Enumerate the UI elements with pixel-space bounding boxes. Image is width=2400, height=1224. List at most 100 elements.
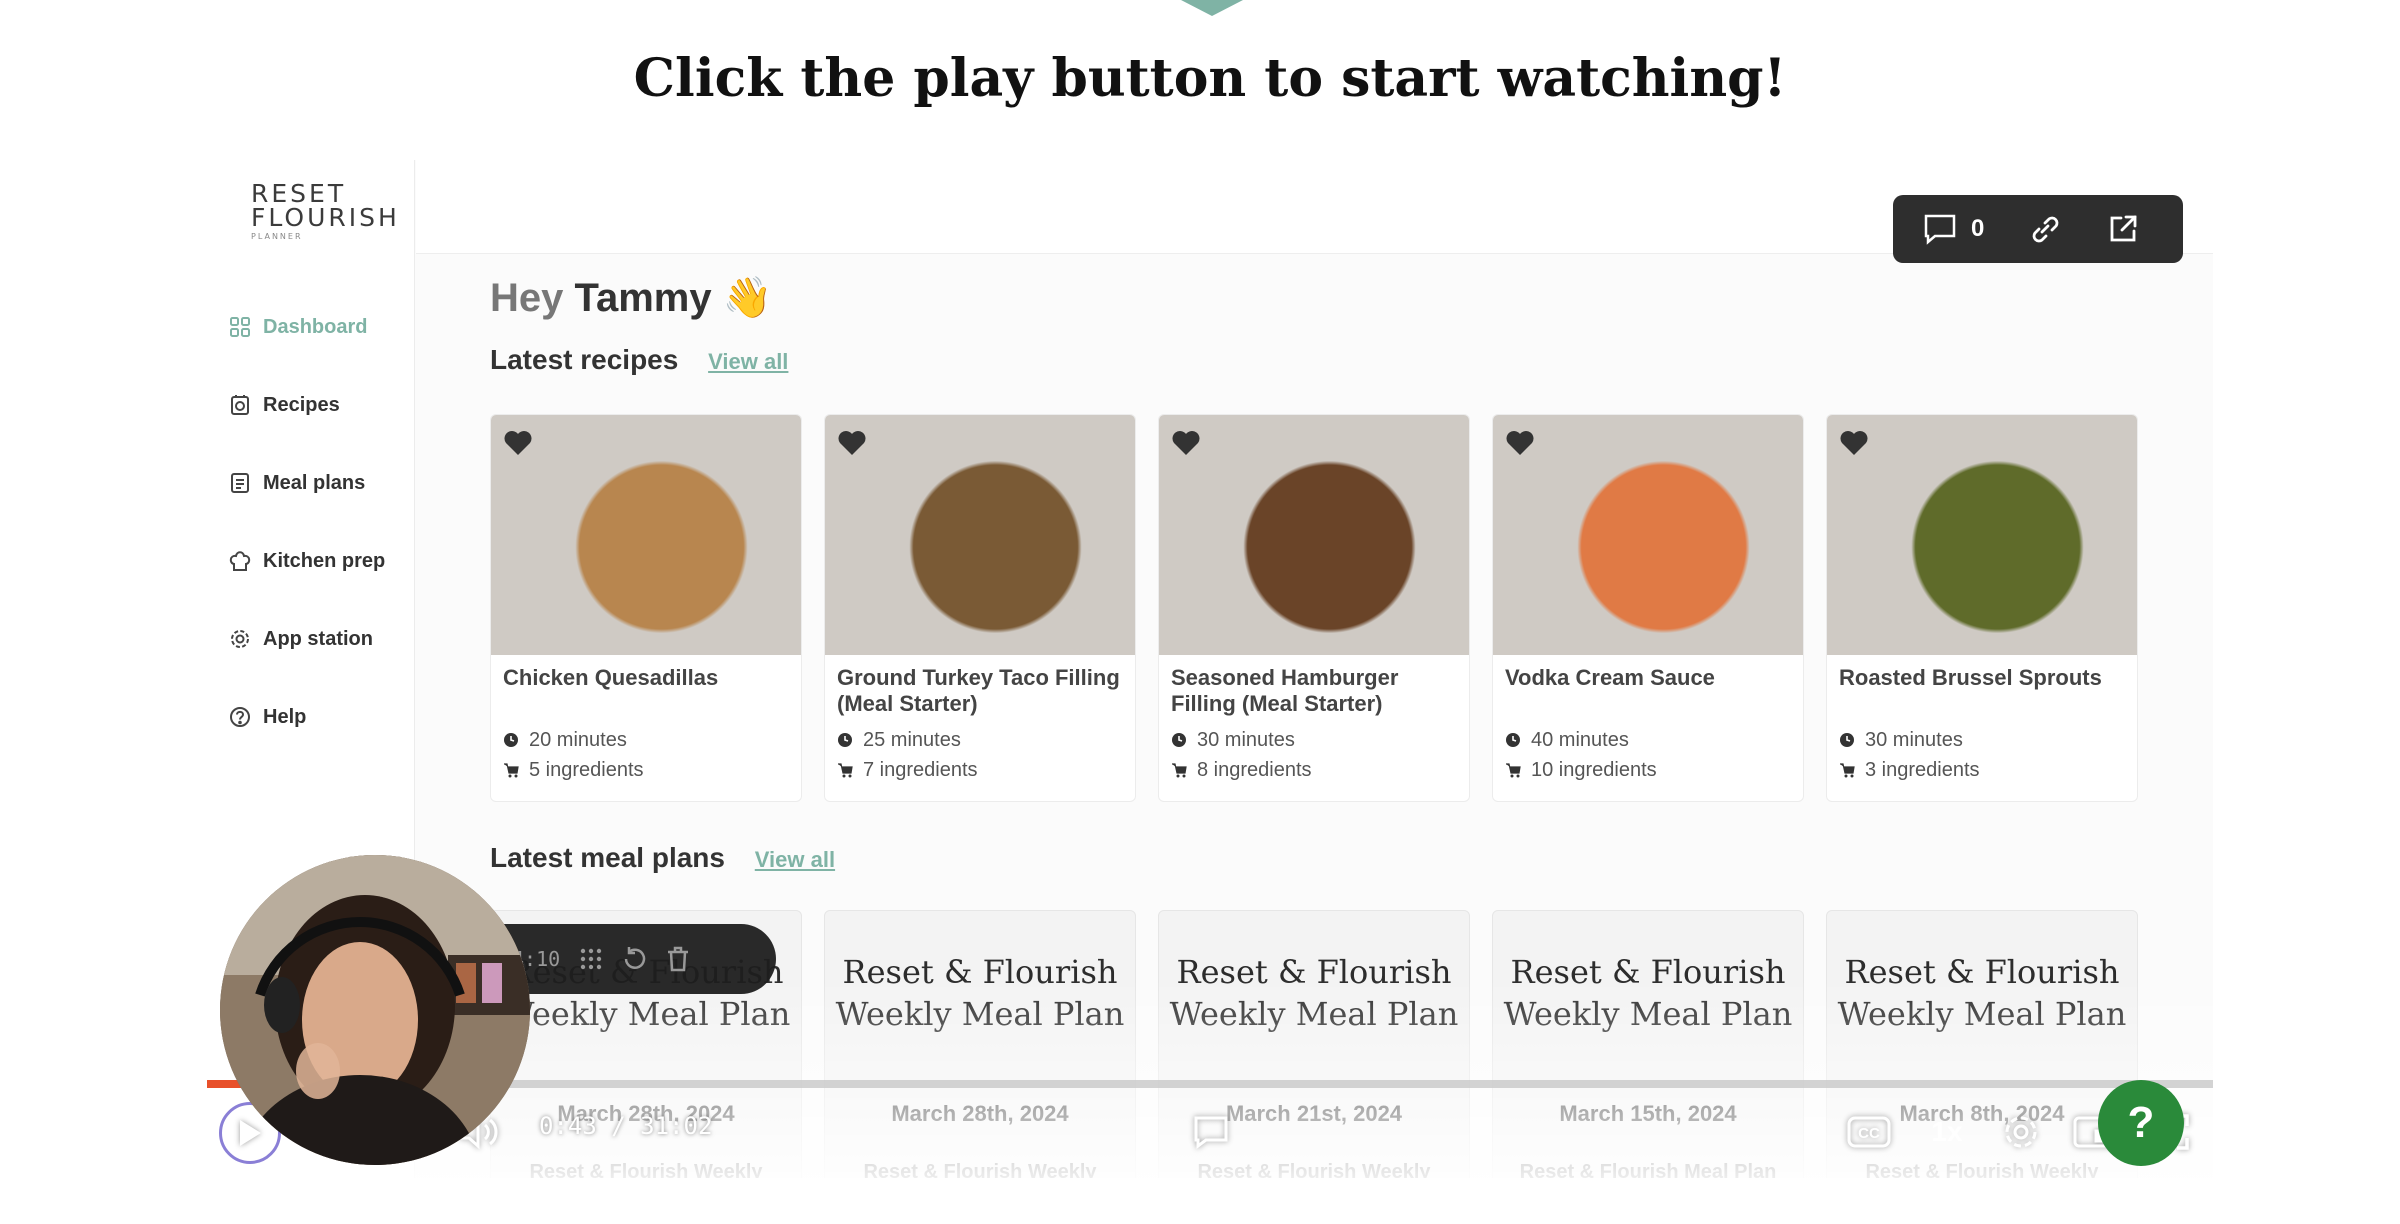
greeting-hey: Hey <box>490 276 564 320</box>
comments-button[interactable]: 0 <box>1923 213 1984 245</box>
page-headline: Click the play button to start watching! <box>633 48 1787 109</box>
cart-icon <box>1840 763 1855 778</box>
sidebar-item-dashboard[interactable]: Dashboard <box>227 288 385 366</box>
recipe-ingredients-value: 3 ingredients <box>1865 759 1980 781</box>
recipe-card[interactable]: Ground Turkey Taco Filling (Meal Starter… <box>824 414 1136 802</box>
recipe-card[interactable]: Chicken Quesadillas 20 minutes 5 ingredi… <box>490 414 802 802</box>
sidebar-item-label: Meal plans <box>263 471 366 494</box>
recipe-ingredients: 3 ingredients <box>1839 755 2125 785</box>
meal-plan-icon <box>227 470 253 496</box>
clock-icon <box>504 733 518 747</box>
meal-plans-view-all-link[interactable]: View all <box>755 847 835 872</box>
recipe-image <box>1827 415 2137 655</box>
recipe-image <box>491 415 801 655</box>
recipe-time-value: 25 minutes <box>863 729 961 751</box>
recipe-ingredients-value: 5 ingredients <box>529 759 644 781</box>
cart-icon <box>1172 763 1187 778</box>
settings-button[interactable] <box>1997 1108 2045 1156</box>
favorite-heart-icon[interactable] <box>837 429 867 462</box>
recipe-ingredients-value: 7 ingredients <box>863 759 978 781</box>
gear-icon <box>2005 1116 2037 1148</box>
gear-icon <box>227 626 253 652</box>
time-display: 0:43 / 31:02 <box>539 1112 713 1140</box>
recipe-ingredients: 5 ingredients <box>503 755 789 785</box>
app-logo: RESET FLOURISH PLANNER <box>251 181 400 241</box>
share-toolbar: 0 <box>1893 195 2183 263</box>
recipe-title: Ground Turkey Taco Filling (Meal Starter… <box>837 665 1120 716</box>
recipe-time-value: 40 minutes <box>1531 729 1629 751</box>
recipe-time: 25 minutes <box>837 725 1123 755</box>
play-icon <box>240 1120 261 1146</box>
recipe-image <box>1493 415 1803 655</box>
presenter-video <box>220 855 530 1165</box>
recipe-time: 30 minutes <box>1171 725 1457 755</box>
clock-icon <box>1172 733 1186 747</box>
recipe-time-value: 30 minutes <box>1865 729 1963 751</box>
recipe-title: Chicken Quesadillas <box>503 665 719 690</box>
greeting: Hey Tammy 👋 <box>490 274 773 321</box>
sidebar-item-label: Help <box>263 705 307 728</box>
recipe-time: 30 minutes <box>1839 725 2125 755</box>
recipe-image <box>825 415 1135 655</box>
recipe-title: Vodka Cream Sauce <box>1505 665 1715 690</box>
dashboard-main: Hey Tammy 👋 Latest recipes View all Chic… <box>490 274 2138 1178</box>
cart-icon <box>838 763 853 778</box>
svg-text:CC: CC <box>1858 1125 1880 1142</box>
recipes-view-all-link[interactable]: View all <box>708 349 788 374</box>
help-chat-button[interactable]: ? <box>2098 1080 2184 1166</box>
sidebar-item-help[interactable]: Help <box>227 678 385 756</box>
playback-speed-button[interactable]: 1x <box>1923 1108 1971 1156</box>
comment-icon <box>1194 1116 1228 1149</box>
clock-icon <box>1840 733 1854 747</box>
cart-icon <box>504 763 519 778</box>
sidebar-item-app-station[interactable]: App station <box>227 600 385 678</box>
latest-recipes-heading: Latest recipes View all <box>490 344 788 376</box>
favorite-heart-icon[interactable] <box>1171 429 1201 462</box>
open-external-icon[interactable] <box>2106 212 2140 246</box>
recipe-time: 40 minutes <box>1505 725 1791 755</box>
cart-icon <box>1506 763 1521 778</box>
sidebar-item-label: App station <box>263 627 373 650</box>
top-chevron-decoration <box>1181 0 1243 16</box>
sidebar-item-label: Dashboard <box>263 315 368 338</box>
recipe-ingredients: 8 ingredients <box>1171 755 1457 785</box>
favorite-heart-icon[interactable] <box>503 429 533 462</box>
recipe-image <box>1159 415 1469 655</box>
latest-meal-plans-heading: Latest meal plans View all <box>490 842 835 874</box>
recipe-ingredients: 7 ingredients <box>837 755 1123 785</box>
sidebar-item-label: Recipes <box>263 393 340 416</box>
recipe-cards: Chicken Quesadillas 20 minutes 5 ingredi… <box>490 414 2138 802</box>
clock-icon <box>1506 733 1520 747</box>
captions-button[interactable]: CC <box>1843 1108 1895 1156</box>
sidebar-item-kitchen-prep[interactable]: Kitchen prep <box>227 522 385 600</box>
latest-recipes-title: Latest recipes <box>490 344 679 375</box>
latest-meal-plans-title: Latest meal plans <box>490 842 725 873</box>
comment-count: 0 <box>1971 215 1985 242</box>
undo-icon[interactable] <box>622 946 648 972</box>
grid-icon <box>227 314 253 340</box>
recipe-title: Seasoned Hamburger Filling (Meal Starter… <box>1171 665 1399 716</box>
recipe-time-value: 30 minutes <box>1197 729 1295 751</box>
favorite-heart-icon[interactable] <box>1839 429 1869 462</box>
favorite-heart-icon[interactable] <box>1505 429 1535 462</box>
comment-icon <box>1924 214 1956 245</box>
recipe-time-value: 20 minutes <box>529 729 627 751</box>
chapters-button[interactable] <box>1187 1108 1235 1156</box>
sidebar-item-meal-plans[interactable]: Meal plans <box>227 444 385 522</box>
recipe-card[interactable]: Vodka Cream Sauce 40 minutes 10 ingredie… <box>1492 414 1804 802</box>
recipe-ingredients-value: 10 ingredients <box>1531 759 1657 781</box>
recipe-title: Roasted Brussel Sprouts <box>1839 665 2102 690</box>
sidebar-item-recipes[interactable]: Recipes <box>227 366 385 444</box>
recipe-ingredients: 10 ingredients <box>1505 755 1791 785</box>
recipe-card[interactable]: Roasted Brussel Sprouts 30 minutes 3 ing… <box>1826 414 2138 802</box>
link-icon[interactable] <box>2028 212 2062 246</box>
logo-line2: FLOURISH <box>251 203 400 232</box>
recipe-card[interactable]: Seasoned Hamburger Filling (Meal Starter… <box>1158 414 1470 802</box>
webcam-bubble[interactable] <box>220 855 530 1165</box>
player-controls: 5 5 0:43 / 31:02 CC 1x <box>207 1088 2213 1178</box>
grid-dots-icon[interactable] <box>578 946 604 972</box>
logo-line3: PLANNER <box>251 232 303 241</box>
recipe-time: 20 minutes <box>503 725 789 755</box>
trash-icon[interactable] <box>666 946 690 972</box>
recipe-icon <box>227 392 253 418</box>
